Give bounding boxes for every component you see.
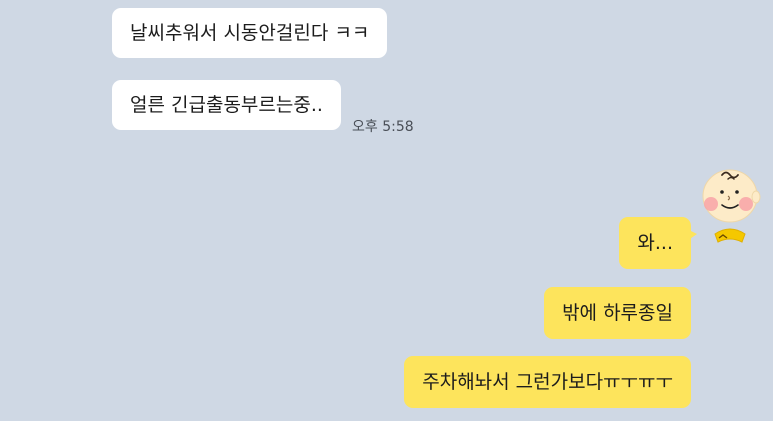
outgoing-message-bubble[interactable]: 주차해놔서 그런가보다ㅠㅜㅠㅜ xyxy=(404,356,691,408)
charlie-brown-face-icon[interactable] xyxy=(695,162,765,248)
incoming-message-bubble[interactable]: 얼른 긴급출동부르는중.. xyxy=(112,80,341,130)
incoming-message-bubble[interactable]: 날씨추워서 시동안걸린다 ㅋㅋ xyxy=(112,8,388,58)
outgoing-message-bubble[interactable]: 밖에 하루종일 xyxy=(544,287,691,339)
message-timestamp: 오후 5:58 xyxy=(352,119,414,135)
outgoing-message-bubble[interactable]: 와... xyxy=(619,217,691,269)
